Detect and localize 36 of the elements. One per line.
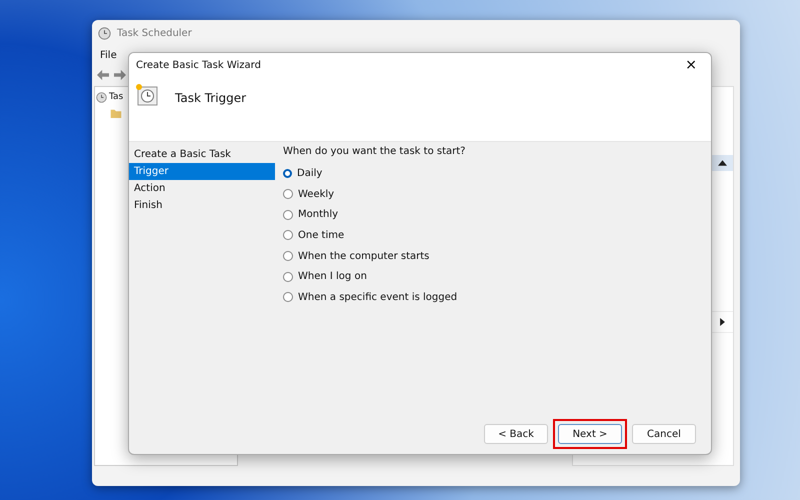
radio-button[interactable] (283, 251, 293, 262)
wizard-heading: Task Trigger (175, 91, 246, 105)
close-button[interactable]: × (681, 57, 701, 73)
option-label[interactable]: When a specific event is logged (298, 292, 458, 303)
wizard-step[interactable]: Create a Basic Task (129, 146, 275, 163)
option-label[interactable]: When the computer starts (298, 250, 430, 262)
radio-button[interactable] (283, 168, 292, 178)
collapse-icon[interactable] (718, 160, 727, 166)
option-label[interactable]: When I log on (298, 271, 367, 282)
forward-arrow-icon[interactable] (113, 69, 127, 81)
option-label[interactable]: One time (298, 230, 344, 241)
option-label[interactable]: Monthly (298, 209, 338, 220)
radio-button[interactable] (283, 272, 293, 282)
wizard-step[interactable]: Finish (129, 197, 275, 214)
clock-icon (98, 26, 111, 40)
radio-button[interactable] (283, 210, 293, 220)
wizard-button[interactable]: Cancel (632, 424, 696, 444)
dialog-title: Create Basic Task Wizard (136, 60, 261, 70)
wizard-step[interactable]: Trigger (129, 163, 275, 180)
window-title: Task Scheduler (117, 28, 192, 38)
wizard-button[interactable]: Next > (558, 424, 622, 444)
option-label[interactable]: Daily (297, 168, 322, 179)
folder-icon (110, 108, 122, 118)
radio-button[interactable] (283, 189, 293, 200)
expand-icon[interactable] (720, 318, 725, 326)
menu-item[interactable]: File (100, 50, 117, 60)
radio-button[interactable] (283, 292, 293, 302)
back-arrow-icon[interactable] (96, 69, 110, 81)
radio-button[interactable] (283, 230, 293, 240)
wizard-button[interactable]: < Back (484, 424, 548, 444)
question-label: When do you want the task to start? (283, 146, 466, 157)
clock-icon (96, 92, 107, 102)
wizard-step[interactable]: Action (129, 180, 275, 197)
clock-icon (135, 83, 159, 107)
tree-item[interactable]: Tas (109, 92, 124, 102)
option-label[interactable]: Weekly (298, 188, 334, 200)
